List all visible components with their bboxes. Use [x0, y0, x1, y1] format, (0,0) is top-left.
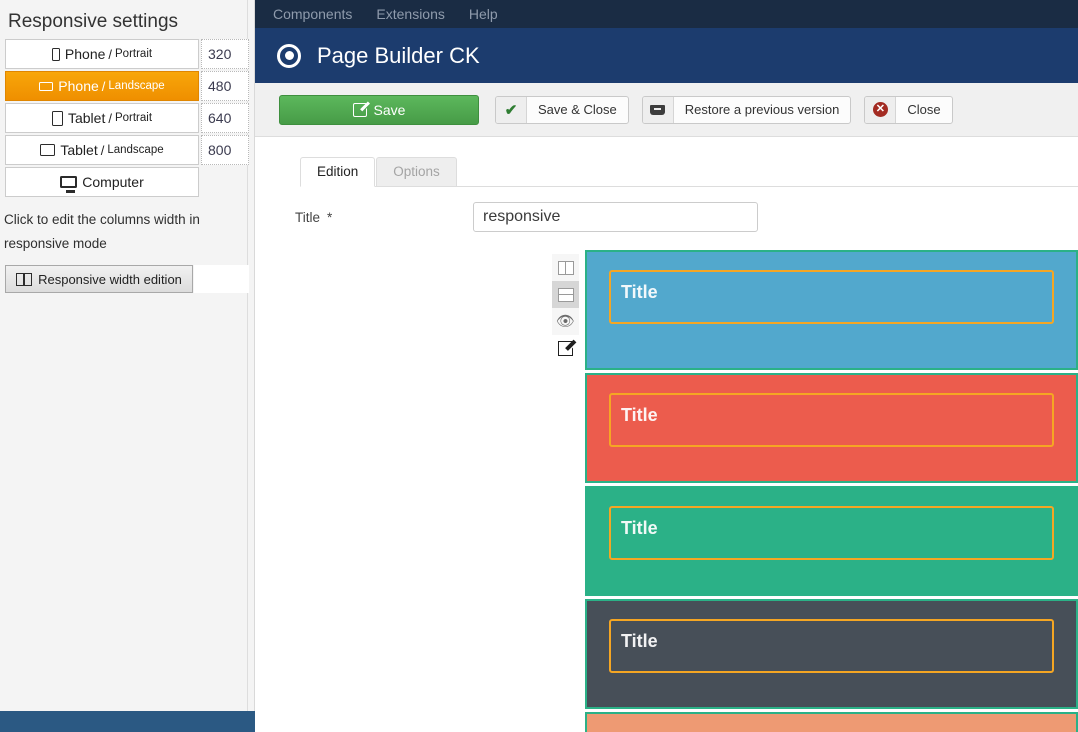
block-title: Title: [621, 518, 658, 538]
save-button-label: Save: [373, 101, 406, 118]
device-orientation-tablet-landscape: Landscape: [107, 144, 164, 156]
tab-bar: Edition Options: [300, 157, 1078, 187]
edit-pencil-icon: [558, 341, 573, 356]
phone-landscape-icon: [39, 81, 54, 91]
x-circle-icon: ✕: [865, 96, 897, 123]
topnav-item-components[interactable]: Components: [261, 0, 364, 28]
responsive-width-edition-label: Responsive width edition: [38, 271, 182, 287]
block-row[interactable]: Title: [585, 373, 1078, 483]
sidebar-footer-bar: [0, 711, 255, 732]
device-row-phone-landscape: Phone / Landscape 480: [0, 70, 249, 102]
block-content-area[interactable]: Title: [609, 270, 1054, 324]
device-row-tablet-landscape: Tablet / Landscape 800: [0, 134, 249, 166]
block-content-area[interactable]: Title: [609, 619, 1054, 673]
device-width-input-computer: [201, 167, 249, 197]
restore-previous-version-label: Restore a previous version: [684, 102, 840, 117]
device-sep-tablet-portrait: /: [108, 110, 112, 126]
responsive-width-edition-blank: [194, 265, 249, 293]
block-title: Title: [621, 405, 658, 425]
block-content-area[interactable]: Title: [609, 393, 1054, 447]
title-input[interactable]: [473, 202, 758, 232]
split-rows-icon: [557, 287, 574, 302]
device-sep-phone-landscape: /: [101, 78, 106, 94]
device-name-tablet-landscape: Tablet: [60, 142, 98, 158]
archive-icon: [642, 96, 674, 123]
device-button-computer[interactable]: Computer: [5, 167, 199, 197]
check-icon: ✔: [496, 96, 527, 123]
page-title: Page Builder CK: [317, 42, 480, 68]
sidebar-hint-text: Click to edit the columns width in respo…: [4, 212, 200, 251]
pencil-square-icon: [352, 102, 367, 117]
main-area: Components Extensions Help Page Builder …: [255, 0, 1078, 732]
device-button-phone-landscape[interactable]: Phone / Landscape: [5, 71, 199, 101]
page-title-bar: Page Builder CK: [255, 28, 1078, 83]
restore-previous-version-button[interactable]: Restore a previous version: [641, 95, 852, 124]
responsive-settings-sidebar: Responsive settings Phone / Portrait 320…: [0, 0, 255, 732]
tab-edition[interactable]: Edition: [300, 157, 376, 187]
device-width-input-phone-portrait[interactable]: 320: [201, 39, 249, 69]
block-row[interactable]: Title: [585, 712, 1078, 732]
block-row[interactable]: Title: [585, 250, 1078, 370]
device-button-phone-portrait[interactable]: Phone / Portrait: [5, 39, 199, 69]
device-name-tablet-portrait: Tablet: [67, 110, 106, 126]
block-list: Title Title Title Title: [585, 250, 1078, 732]
device-button-tablet-landscape[interactable]: Tablet / Landscape: [5, 135, 199, 165]
save-and-close-button[interactable]: ✔ Save & Close: [495, 95, 629, 124]
tablet-portrait-icon: [51, 110, 63, 126]
action-toolbar: Save ✔ Save & Close Restore a previous v…: [255, 83, 1078, 137]
columns-icon: [16, 272, 33, 286]
device-name-phone-landscape: Phone: [58, 78, 99, 94]
block-row[interactable]: Title: [585, 486, 1078, 596]
sidebar-panel: Responsive settings Phone / Portrait 320…: [0, 0, 249, 711]
device-orientation-tablet-portrait: Portrait: [114, 112, 153, 124]
tablet-landscape-icon: [40, 144, 56, 156]
device-sep-tablet-landscape: /: [100, 142, 105, 158]
target-circle-icon: [277, 43, 301, 68]
topnav-item-help[interactable]: Help: [457, 0, 510, 28]
topnav-item-extensions[interactable]: Extensions: [364, 0, 456, 28]
tool-toggle-visibility[interactable]: 👁︎: [552, 308, 579, 335]
tool-edit-block[interactable]: [552, 335, 579, 362]
save-button[interactable]: Save: [279, 94, 479, 125]
device-button-tablet-portrait[interactable]: Tablet / Portrait: [5, 103, 199, 133]
title-label-text: Title: [295, 209, 321, 225]
device-orientation-phone-portrait: Portrait: [115, 48, 153, 60]
device-orientation-phone-landscape: Landscape: [108, 80, 165, 92]
split-columns-icon: [557, 260, 574, 275]
device-name-phone-portrait: Phone: [64, 46, 106, 62]
block-content-area[interactable]: Title: [609, 506, 1054, 560]
app-root: Responsive settings Phone / Portrait 320…: [0, 0, 1078, 732]
device-sep-phone-portrait: /: [108, 46, 113, 62]
device-width-input-tablet-landscape[interactable]: 800: [201, 135, 249, 165]
sidebar-title: Responsive settings: [8, 11, 179, 32]
block-title: Title: [621, 631, 658, 651]
device-row-tablet-portrait: Tablet / Portrait 640: [0, 102, 249, 134]
computer-icon: [60, 176, 78, 193]
device-width-input-tablet-portrait[interactable]: 640: [201, 103, 249, 133]
close-button[interactable]: ✕ Close: [864, 95, 953, 124]
device-list: Phone / Portrait 320 Phone / Landscape 4…: [0, 38, 249, 198]
block-title: Title: [621, 282, 658, 302]
tool-split-rows[interactable]: [552, 281, 579, 308]
top-navigation-bar: Components Extensions Help: [255, 0, 1078, 28]
tab-options[interactable]: Options: [376, 157, 457, 187]
device-width-input-phone-landscape[interactable]: 480: [201, 71, 249, 101]
device-row-phone-portrait: Phone / Portrait 320: [0, 38, 249, 70]
close-button-label: Close: [907, 102, 941, 117]
title-field-label: Title *: [255, 210, 473, 225]
save-and-close-label: Save & Close: [538, 102, 617, 117]
eye-slash-icon: 👁︎: [555, 313, 576, 330]
title-required-marker: *: [327, 209, 333, 225]
device-row-computer: Computer: [0, 166, 247, 198]
responsive-width-edition-row: Responsive width edition: [0, 265, 249, 293]
responsive-width-edition-button[interactable]: Responsive width edition: [5, 265, 193, 293]
block-row[interactable]: Title: [585, 599, 1078, 709]
block-tool-palette: 👁︎: [552, 254, 579, 362]
phone-portrait-icon: [51, 47, 60, 61]
tool-split-columns[interactable]: [552, 254, 579, 281]
title-field-row: Title *: [255, 202, 1078, 232]
device-name-computer: Computer: [82, 174, 144, 190]
